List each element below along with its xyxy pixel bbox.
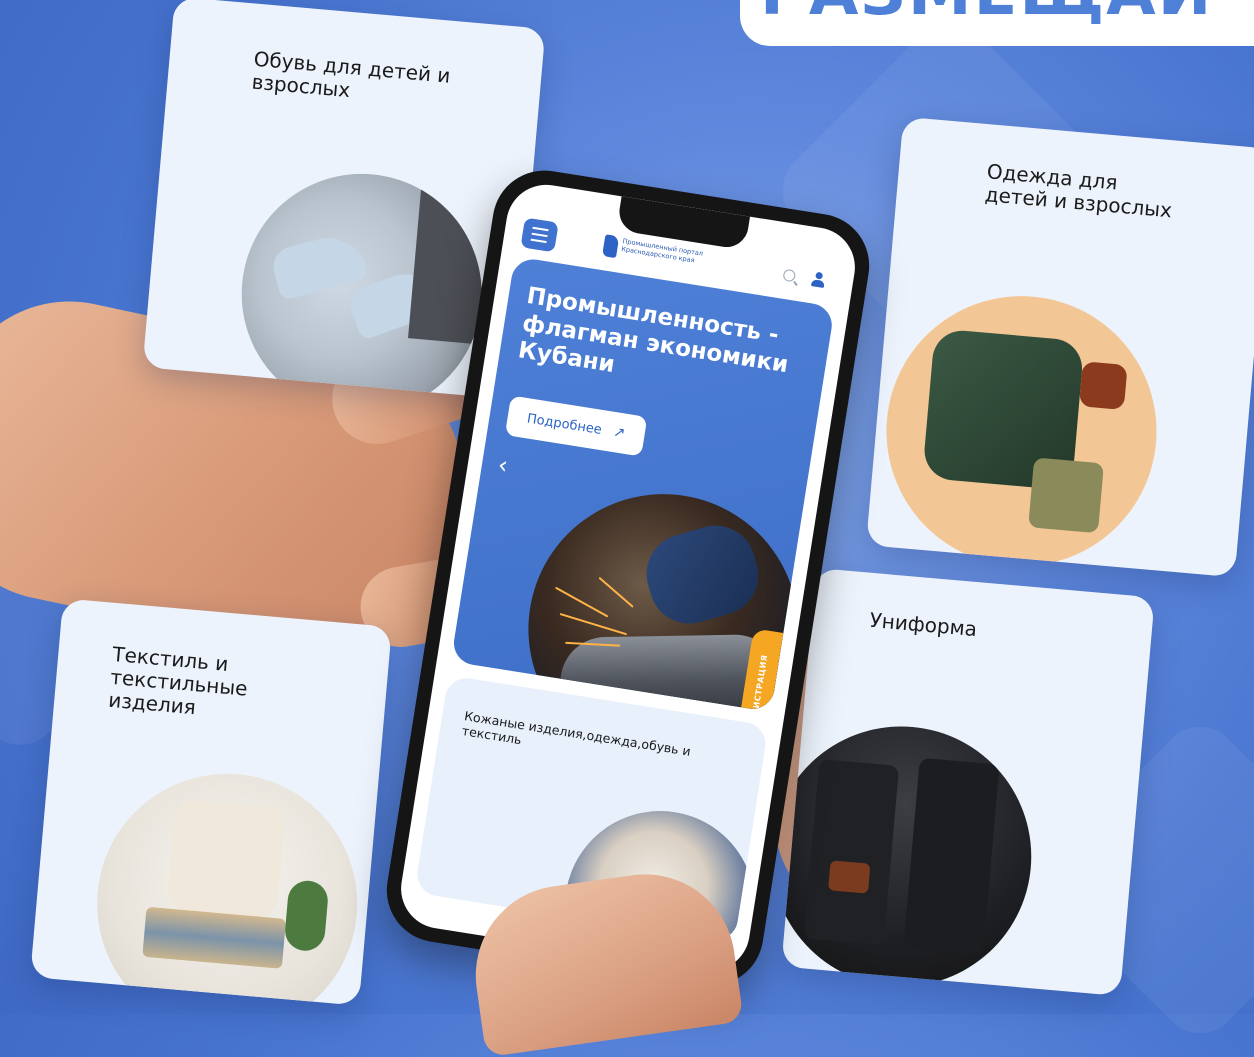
card-title: Униформа — [868, 607, 979, 642]
textile-photo — [86, 762, 369, 1006]
hero-banner: Промышленность - флагман экономики Кубан… — [450, 256, 835, 712]
card-title: Одежда для детей и взрослых — [983, 159, 1173, 223]
card-title: Обувь для детей и взрослых — [250, 46, 452, 103]
arrow-up-right-icon: ↗ — [612, 424, 627, 442]
leather-card-title: Кожаные изделия,одежда,обувь и текстиль — [460, 708, 692, 759]
glove-shape — [637, 516, 768, 634]
pillow-shape — [166, 798, 286, 919]
pants-shape — [1028, 457, 1104, 534]
category-card-clothing[interactable]: Одежда для детей и взрослых — [865, 116, 1254, 578]
clothing-photo — [875, 284, 1168, 578]
chevron-left-icon[interactable]: ‹ — [496, 450, 510, 479]
search-icon[interactable] — [782, 268, 797, 283]
apron-shape — [803, 758, 900, 946]
card-title: Текстиль и текстильные изделия — [107, 641, 249, 720]
plant-shape — [283, 879, 330, 953]
hero-title: Промышленность - флагман экономики Кубан… — [516, 282, 791, 379]
user-icon[interactable] — [810, 271, 826, 289]
blanket-stack — [142, 906, 287, 969]
uniform-photo — [781, 715, 1043, 997]
bag-shape — [1078, 361, 1128, 411]
shoes-photo — [231, 163, 492, 400]
hamburger-menu-icon[interactable] — [520, 217, 559, 253]
pocket-shape — [828, 860, 871, 894]
headline-banner: РАЗМЕЩАЙ — [740, 0, 1254, 46]
krasnodar-region-logo-icon — [602, 234, 620, 259]
registration-tab-label: РЕГИСТРАЦИЯ — [749, 653, 770, 712]
category-card-uniform[interactable]: Униформа — [781, 567, 1155, 997]
spark — [559, 612, 628, 636]
category-card-textile[interactable]: Текстиль и текстильные изделия — [30, 598, 392, 1006]
apron-shape — [903, 757, 1000, 954]
spark — [598, 576, 634, 608]
boot-shape — [269, 229, 369, 301]
headline-text: РАЗМЕЩАЙ — [760, 0, 1213, 30]
more-button-label: Подробнее — [525, 410, 603, 438]
more-button[interactable]: Подробнее ↗ — [504, 395, 648, 457]
